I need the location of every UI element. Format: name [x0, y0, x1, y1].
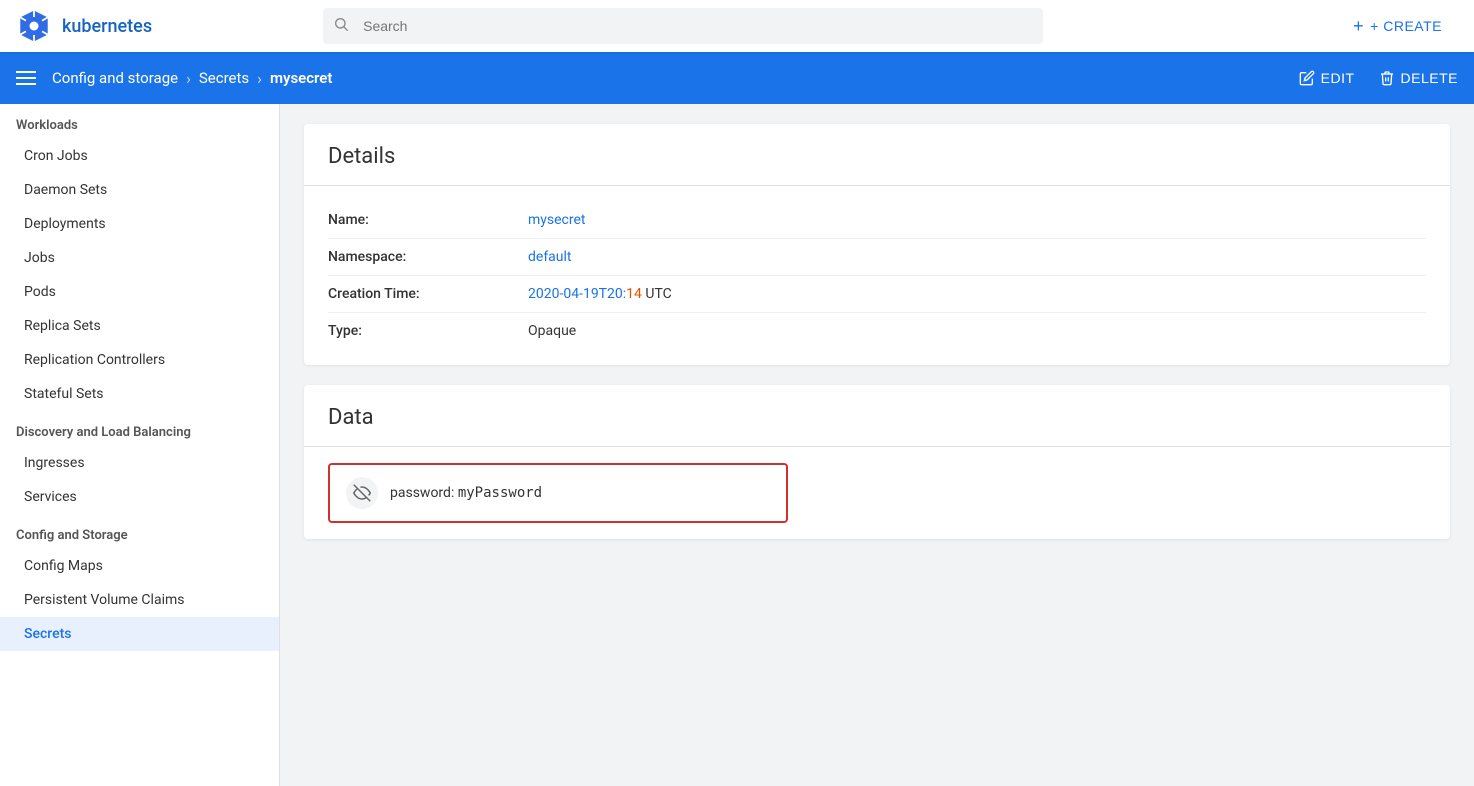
sidebar-item-daemon-sets[interactable]: Daemon Sets [0, 173, 279, 207]
sidebar-item-stateful-sets[interactable]: Stateful Sets [0, 377, 279, 411]
creation-time-highlight: 14 [626, 286, 642, 302]
logo-text: kubernetes [62, 16, 152, 37]
secret-key: password [390, 485, 451, 501]
sidebar-item-pods[interactable]: Pods [0, 275, 279, 309]
sidebar-section-config-storage: Config and Storage [0, 514, 279, 549]
kubernetes-logo-icon [16, 8, 52, 44]
breadcrumb-bar: Config and storage › Secrets › mysecret … [0, 52, 1474, 104]
breadcrumb-secrets[interactable]: Secrets [199, 69, 249, 87]
details-title: Details [304, 124, 1450, 186]
eye-off-icon[interactable] [346, 477, 378, 509]
detail-row-namespace: Namespace: default [328, 239, 1426, 276]
detail-row-creation-time: Creation Time: 2020-04-19T20:14 UTC [328, 276, 1426, 313]
breadcrumb-sep-1: › [186, 69, 191, 88]
delete-button[interactable]: DELETE [1379, 70, 1458, 86]
breadcrumb-sep-2: › [257, 69, 262, 88]
sidebar-item-cron-jobs[interactable]: Cron Jobs [0, 139, 279, 173]
main-layout: Workloads Cron Jobs Daemon Sets Deployme… [0, 104, 1474, 786]
top-nav: kubernetes + + CREATE [0, 0, 1474, 52]
data-title: Data [304, 385, 1450, 447]
detail-row-type: Type: Opaque [328, 313, 1426, 349]
edit-button[interactable]: EDIT [1299, 70, 1355, 86]
details-card: Details Name: mysecret Namespace: defaul… [304, 124, 1450, 365]
main-content: Details Name: mysecret Namespace: defaul… [280, 104, 1474, 786]
secret-data-item: password: myPassword [328, 463, 788, 523]
detail-label-creation-time: Creation Time: [328, 286, 528, 302]
logo[interactable]: kubernetes [16, 8, 152, 44]
delete-label: DELETE [1401, 70, 1458, 86]
sidebar-item-replication-controllers[interactable]: Replication Controllers [0, 343, 279, 377]
search-bar [323, 8, 1043, 44]
breadcrumb-actions: EDIT DELETE [1299, 70, 1458, 86]
breadcrumb-config-storage[interactable]: Config and storage [52, 69, 178, 87]
details-table: Name: mysecret Namespace: default Creati… [304, 186, 1450, 365]
secret-value: myPassword [458, 485, 542, 501]
search-icon [333, 16, 349, 36]
detail-value-creation-time: 2020-04-19T20:14 UTC [528, 286, 672, 302]
detail-row-name: Name: mysecret [328, 202, 1426, 239]
trash-icon [1379, 70, 1395, 86]
menu-icon[interactable] [16, 71, 36, 85]
create-button[interactable]: + + CREATE [1337, 8, 1458, 45]
detail-label-type: Type: [328, 323, 528, 339]
sidebar-item-services[interactable]: Services [0, 480, 279, 514]
detail-label-namespace: Namespace: [328, 249, 528, 265]
sidebar-item-replica-sets[interactable]: Replica Sets [0, 309, 279, 343]
secret-data-text: password: myPassword [390, 485, 542, 501]
sidebar-item-ingresses[interactable]: Ingresses [0, 446, 279, 480]
sidebar-item-secrets[interactable]: Secrets [0, 617, 279, 651]
detail-value-namespace: default [528, 249, 572, 265]
sidebar-section-discovery: Discovery and Load Balancing [0, 411, 279, 446]
sidebar-item-config-maps[interactable]: Config Maps [0, 549, 279, 583]
breadcrumb-current: mysecret [270, 69, 332, 87]
creation-time-prefix: 2020-04-19T20: [528, 286, 626, 302]
detail-value-name: mysecret [528, 212, 586, 228]
create-label: + CREATE [1370, 18, 1442, 34]
creation-time-suffix: UTC [642, 286, 672, 302]
detail-value-type: Opaque [528, 323, 576, 339]
sidebar-item-jobs[interactable]: Jobs [0, 241, 279, 275]
sidebar-item-deployments[interactable]: Deployments [0, 207, 279, 241]
detail-label-name: Name: [328, 212, 528, 228]
sidebar-section-workloads: Workloads [0, 104, 279, 139]
pencil-icon [1299, 70, 1315, 86]
sidebar-item-pvc[interactable]: Persistent Volume Claims [0, 583, 279, 617]
edit-label: EDIT [1321, 70, 1355, 86]
data-card-body: password: myPassword [304, 447, 1450, 539]
search-input[interactable] [323, 8, 1043, 44]
create-plus-icon: + [1353, 16, 1364, 37]
sidebar: Workloads Cron Jobs Daemon Sets Deployme… [0, 104, 280, 786]
visibility-off-svg [353, 484, 371, 502]
data-card: Data password: myPassword [304, 385, 1450, 539]
